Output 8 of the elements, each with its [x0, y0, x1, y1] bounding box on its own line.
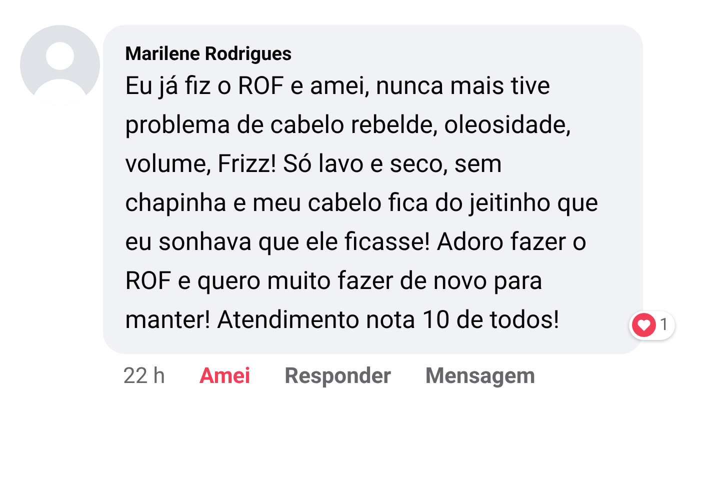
- comment-text: Eu já fiz o ROF e amei, nunca mais tive problema de cabelo rebelde, oleosidade, volume, Frizz! Só lavo e seco, sem chapinha e meu cabelo fica do jeitinho que eu sonhava que ele ficasse! Adoro fazer o ROF e quero muito fazer de novo para manter! Atendimento nota 10 de todos!: [125, 71, 600, 337]
- reaction-count: 1: [659, 314, 669, 336]
- action-link[interactable]: Responder: [284, 360, 392, 393]
- reaction-badge[interactable]: 1: [629, 310, 675, 340]
- author-name[interactable]: Marilene Rodrigues: [125, 41, 623, 67]
- love-reaction-link[interactable]: Amei: [199, 360, 251, 393]
- timestamp: 22 h: [123, 363, 166, 391]
- action-link[interactable]: Mensagem: [425, 360, 536, 393]
